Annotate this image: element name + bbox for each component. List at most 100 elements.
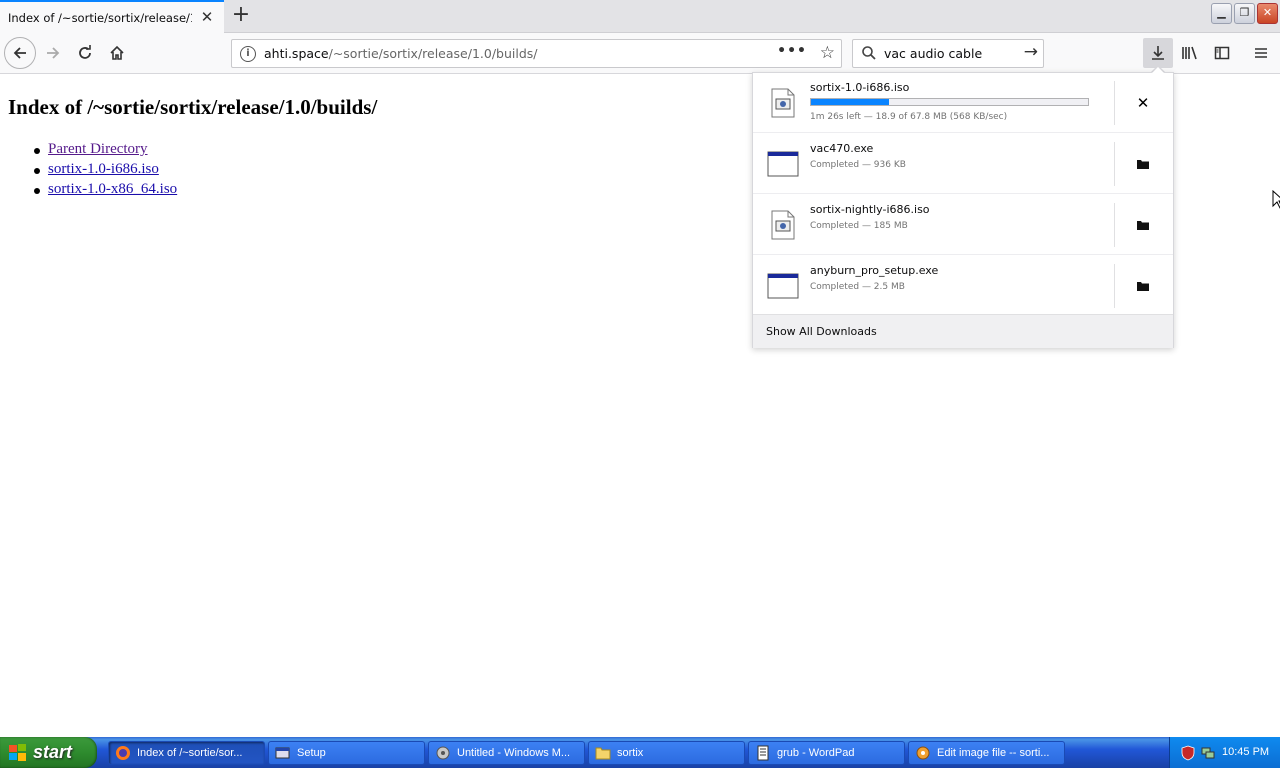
show-all-downloads-button[interactable]: Show All Downloads xyxy=(753,314,1173,348)
download-status: Completed — 936 KB xyxy=(810,160,906,170)
downloads-button[interactable] xyxy=(1143,38,1173,68)
taskbar: start Index of /~sortie/sor... Setup Unt… xyxy=(0,737,1280,768)
download-progress-fill xyxy=(811,99,889,105)
taskbar-item-firefox[interactable]: Index of /~sortie/sor... xyxy=(108,741,265,765)
page-title: Index of /~sortie/sortix/release/1.0/bui… xyxy=(8,95,378,119)
file-list: Parent Directory sortix-1.0-i686.iso sor… xyxy=(33,141,177,201)
windows-logo-icon xyxy=(9,743,26,761)
download-status: 1m 26s left — 18.9 of 67.8 MB (568 KB/se… xyxy=(810,112,1008,122)
cancel-icon: ✕ xyxy=(1136,94,1150,112)
start-button[interactable]: start xyxy=(0,737,97,768)
download-status: Completed — 185 MB xyxy=(810,221,908,231)
cancel-download-button[interactable]: ✕ xyxy=(1131,91,1155,115)
exe-file-icon xyxy=(767,273,799,299)
file-link[interactable]: sortix-1.0-x86_64.iso xyxy=(48,181,177,197)
hamburger-menu-button[interactable] xyxy=(1246,38,1276,68)
wordpad-icon xyxy=(757,745,769,761)
setup-icon xyxy=(275,747,290,759)
system-tray: 10:45 PM xyxy=(1169,737,1280,768)
search-bar[interactable]: vac audio cable → xyxy=(852,39,1044,68)
download-progress-bar xyxy=(810,98,1089,106)
hamburger-menu-icon xyxy=(1255,48,1267,58)
download-item[interactable]: anyburn_pro_setup.exe Completed — 2.5 MB xyxy=(753,256,1173,316)
taskbar-item-movie-maker[interactable]: Untitled - Windows M... xyxy=(428,741,585,765)
download-filename: sortix-1.0-i686.iso xyxy=(810,81,910,94)
show-all-downloads-label: Show All Downloads xyxy=(766,325,877,338)
taskbar-item-label: Index of /~sortie/sor... xyxy=(137,747,243,759)
forward-arrow-icon xyxy=(47,47,60,59)
panel-arrow-inner xyxy=(1151,67,1165,74)
clock[interactable]: 10:45 PM xyxy=(1222,746,1269,758)
back-button[interactable] xyxy=(4,37,36,69)
open-folder-button[interactable] xyxy=(1131,152,1155,176)
image-editor-icon xyxy=(916,746,930,760)
download-filename: sortix-nightly-i686.iso xyxy=(810,203,930,216)
home-icon xyxy=(110,45,124,60)
taskbar-item-wordpad[interactable]: grub - WordPad xyxy=(748,741,905,765)
download-filename: vac470.exe xyxy=(810,142,874,155)
security-shield-icon[interactable] xyxy=(1180,745,1196,761)
list-item: sortix-1.0-i686.iso xyxy=(33,161,177,181)
taskbar-item-label: Edit image file -- sorti... xyxy=(937,747,1050,759)
forward-button[interactable] xyxy=(38,38,68,68)
downloads-panel: sortix-1.0-i686.iso 1m 26s left — 18.9 o… xyxy=(752,72,1174,348)
url-text[interactable]: ahti.space/~sortie/sortix/release/1.0/bu… xyxy=(264,46,538,61)
search-input[interactable]: vac audio cable xyxy=(884,46,982,61)
download-arrow-icon xyxy=(1152,46,1164,60)
list-item: sortix-1.0-x86_64.iso xyxy=(33,181,177,201)
tab-close-icon[interactable]: ✕ xyxy=(198,8,216,26)
divider xyxy=(1114,142,1115,186)
taskbar-item-edit-image[interactable]: Edit image file -- sorti... xyxy=(908,741,1065,765)
download-item[interactable]: sortix-nightly-i686.iso Completed — 185 … xyxy=(753,195,1173,255)
home-button[interactable] xyxy=(102,38,132,68)
download-filename: anyburn_pro_setup.exe xyxy=(810,264,939,277)
page-actions-icon[interactable]: ••• xyxy=(777,43,807,59)
new-tab-button[interactable]: + xyxy=(228,3,254,29)
taskbar-item-label: grub - WordPad xyxy=(777,747,855,759)
url-bar[interactable]: i ahti.space/~sortie/sortix/release/1.0/… xyxy=(231,39,842,68)
folder-icon xyxy=(1137,160,1149,169)
firefox-icon xyxy=(116,746,130,760)
sidebar-button[interactable] xyxy=(1207,38,1237,68)
library-button[interactable] xyxy=(1175,38,1205,68)
exe-file-icon xyxy=(767,151,799,177)
search-icon xyxy=(862,46,876,60)
navigation-toolbar: i ahti.space/~sortie/sortix/release/1.0/… xyxy=(0,33,1280,74)
download-item[interactable]: vac470.exe Completed — 936 KB xyxy=(753,134,1173,194)
url-path: /~sortie/sortix/release/1.0/builds/ xyxy=(328,46,538,61)
taskbar-item-setup[interactable]: Setup xyxy=(268,741,425,765)
site-info-icon[interactable]: i xyxy=(240,46,256,62)
taskbar-item-label: Setup xyxy=(297,747,326,759)
tab-active[interactable]: Index of /~sortie/sortix/release/1.0/b ✕ xyxy=(0,0,224,33)
url-host: ahti.space xyxy=(264,46,329,61)
tab-title: Index of /~sortie/sortix/release/1.0/b xyxy=(8,10,192,25)
bookmark-star-icon[interactable]: ☆ xyxy=(820,43,835,63)
start-label: start xyxy=(33,742,73,762)
reload-button[interactable] xyxy=(70,38,100,68)
minimize-button[interactable]: ▁ xyxy=(1211,3,1232,24)
iso-file-icon xyxy=(771,88,795,118)
network-icon[interactable] xyxy=(1200,745,1216,761)
divider xyxy=(1114,203,1115,247)
library-icon xyxy=(1182,46,1197,60)
folder-icon xyxy=(1137,282,1149,291)
sidebar-icon xyxy=(1214,46,1230,60)
taskbar-item-label: sortix xyxy=(617,747,644,759)
window-close-button[interactable]: ✕ xyxy=(1257,3,1278,24)
open-folder-button[interactable] xyxy=(1131,213,1155,237)
search-go-icon[interactable]: → xyxy=(1024,42,1038,62)
mouse-cursor-icon xyxy=(1272,190,1280,209)
parent-directory-link[interactable]: Parent Directory xyxy=(48,141,148,157)
taskbar-item-label: Untitled - Windows M... xyxy=(457,747,571,759)
download-item[interactable]: sortix-1.0-i686.iso 1m 26s left — 18.9 o… xyxy=(753,73,1173,133)
restore-button[interactable]: ❐ xyxy=(1234,3,1255,24)
download-status: Completed — 2.5 MB xyxy=(810,282,905,292)
file-link[interactable]: sortix-1.0-i686.iso xyxy=(48,161,159,177)
open-folder-button[interactable] xyxy=(1131,274,1155,298)
tab-strip: Index of /~sortie/sortix/release/1.0/b ✕… xyxy=(0,0,1280,33)
folder-icon xyxy=(1137,221,1149,230)
taskbar-item-sortix-folder[interactable]: sortix xyxy=(588,741,745,765)
back-arrow-icon xyxy=(13,47,26,59)
reload-icon xyxy=(79,45,91,59)
list-item: Parent Directory xyxy=(33,141,177,161)
